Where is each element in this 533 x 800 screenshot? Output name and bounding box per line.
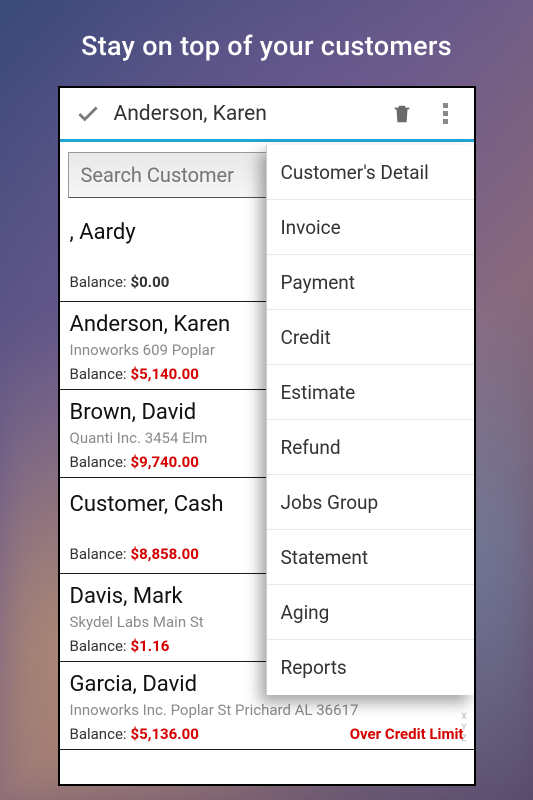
menu-item[interactable]: Credit (267, 310, 474, 365)
overflow-menu: Customer's DetailInvoicePaymentCreditEst… (266, 145, 474, 695)
toolbar-title: Anderson, Karen (110, 102, 380, 126)
balance-label: Balance: (70, 273, 127, 291)
balance-value: $5,136.00 (131, 725, 199, 743)
menu-item[interactable]: Payment (267, 255, 474, 310)
balance-label: Balance: (70, 365, 127, 383)
menu-item[interactable]: Invoice (267, 200, 474, 255)
more-vertical-icon (442, 103, 450, 125)
marketing-headline: Stay on top of your customers (0, 0, 533, 86)
menu-item[interactable]: Statement (267, 530, 474, 585)
balance-label: Balance: (70, 725, 127, 743)
balance-value: $8,858.00 (131, 545, 199, 563)
balance-value: $0.00 (131, 273, 170, 291)
alpha-index-letter[interactable]: X (461, 712, 468, 722)
balance-label: Balance: (70, 453, 127, 471)
confirm-button[interactable] (66, 101, 110, 127)
toolbar: Anderson, Karen (60, 88, 474, 142)
balance-value: $9,740.00 (131, 453, 199, 471)
balance-value: $5,140.00 (131, 365, 199, 383)
phone-frame: Anderson, Karen , Aardy.Balance:$0.00And… (58, 86, 476, 786)
customer-address: Innoworks Inc. Poplar St Prichard AL 366… (70, 701, 464, 721)
menu-item[interactable]: Aging (267, 585, 474, 640)
menu-item[interactable]: Customer's Detail (267, 145, 474, 200)
check-icon (75, 101, 101, 127)
delete-button[interactable] (380, 102, 424, 126)
over-credit-limit-badge: Over Credit Limit (350, 725, 464, 743)
overflow-menu-button[interactable] (424, 103, 468, 125)
alpha-index-letter[interactable]: Z (461, 734, 467, 744)
menu-item[interactable]: Estimate (267, 365, 474, 420)
balance-value: $1.16 (131, 637, 170, 655)
menu-item[interactable]: Refund (267, 420, 474, 475)
trash-icon (391, 102, 413, 126)
menu-item[interactable]: Jobs Group (267, 475, 474, 530)
menu-item[interactable]: Reports (267, 640, 474, 695)
balance-label: Balance: (70, 545, 127, 563)
alpha-index-letter[interactable]: Y (461, 723, 467, 733)
balance-label: Balance: (70, 637, 127, 655)
